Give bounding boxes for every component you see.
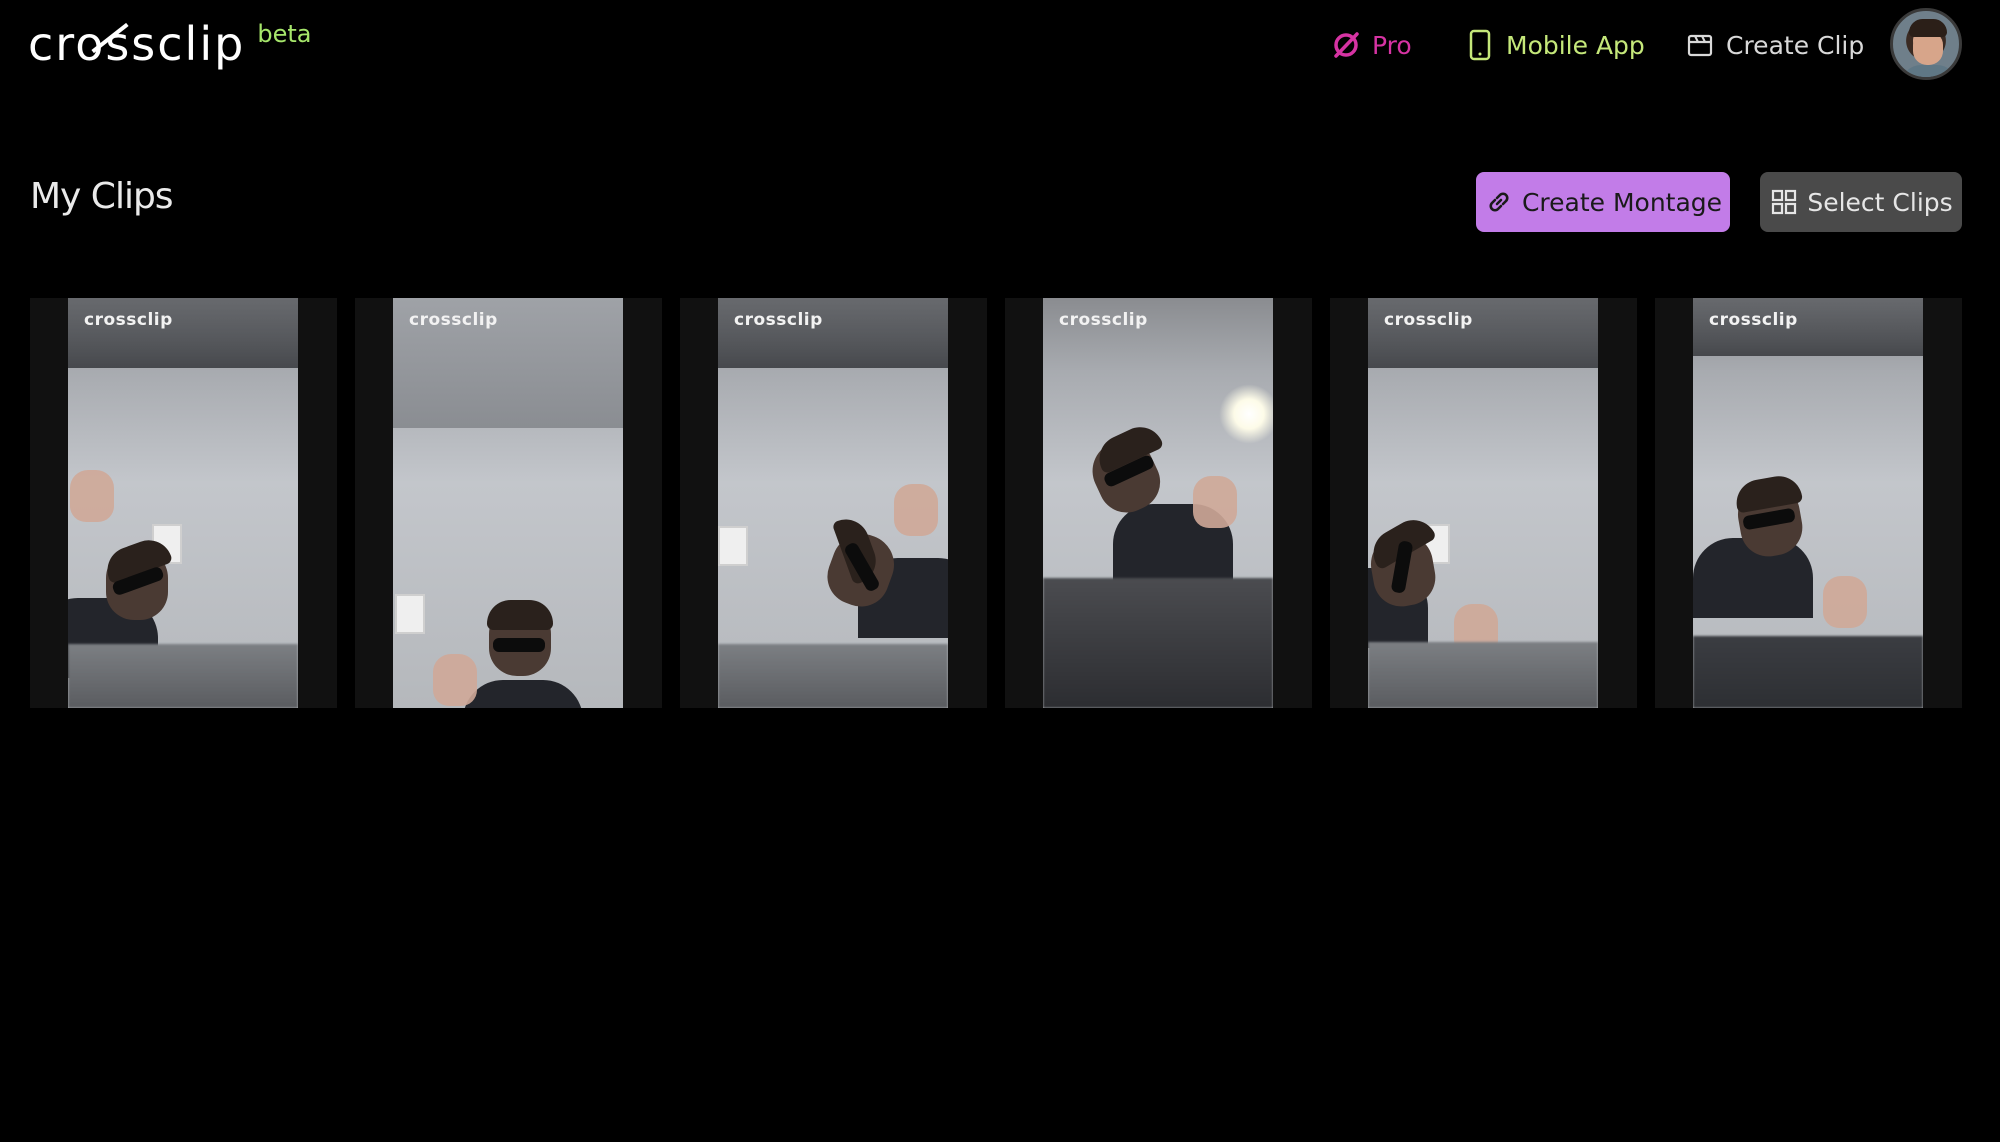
clip-card[interactable]: crossclip <box>1005 298 1312 708</box>
create-montage-button[interactable]: Create Montage <box>1476 172 1730 232</box>
beta-badge: beta <box>257 20 312 48</box>
clip-card[interactable]: crossclip <box>1655 298 1962 708</box>
create-montage-label: Create Montage <box>1521 187 1723 217</box>
top-navigation-bar: crossclip beta Pro Mobile App Create Cli… <box>0 0 2000 90</box>
clip-watermark: crossclip <box>1059 310 1148 330</box>
clip-thumbnail: crossclip <box>1043 298 1273 708</box>
clip-watermark: crossclip <box>409 310 498 330</box>
select-clips-button[interactable]: Select Clips <box>1760 172 1962 232</box>
clip-card[interactable]: crossclip <box>680 298 987 708</box>
nav-create-clip-link[interactable]: Create Clip <box>1684 22 1864 68</box>
clip-watermark: crossclip <box>1384 310 1473 330</box>
page-title: My Clips <box>30 176 174 217</box>
nav-pro-link[interactable]: Pro <box>1330 22 1412 68</box>
link-icon <box>1484 187 1514 217</box>
clip-card[interactable]: crossclip <box>1330 298 1637 708</box>
user-avatar[interactable] <box>1890 8 1962 80</box>
no-sign-icon <box>1330 29 1362 61</box>
select-clips-label: Select Clips <box>1807 187 1953 217</box>
nav-mobile-app-label: Mobile App <box>1506 30 1645 60</box>
clip-watermark: crossclip <box>734 310 823 330</box>
clip-card[interactable]: crossclip <box>30 298 337 708</box>
nav-pro-label: Pro <box>1372 30 1412 60</box>
logo-wordmark: crossclip <box>28 17 246 71</box>
clapperboard-icon <box>1684 29 1716 61</box>
clip-thumbnail: crossclip <box>1368 298 1598 708</box>
nav-create-clip-label: Create Clip <box>1726 30 1865 60</box>
nav-mobile-app-link[interactable]: Mobile App <box>1464 22 1645 68</box>
clip-watermark: crossclip <box>84 310 173 330</box>
clip-watermark: crossclip <box>1709 310 1798 330</box>
clip-thumbnail: crossclip <box>393 298 623 708</box>
clip-thumbnail: crossclip <box>718 298 948 708</box>
clip-thumbnail: crossclip <box>68 298 298 708</box>
logo[interactable]: crossclip beta <box>28 14 311 74</box>
grid-icon <box>1769 187 1799 217</box>
phone-icon <box>1464 29 1496 61</box>
clip-thumbnail: crossclip <box>1693 298 1923 708</box>
clips-grid: crossclip crossclip crossclip crossclip … <box>30 298 1962 708</box>
clip-card[interactable]: crossclip <box>355 298 662 708</box>
